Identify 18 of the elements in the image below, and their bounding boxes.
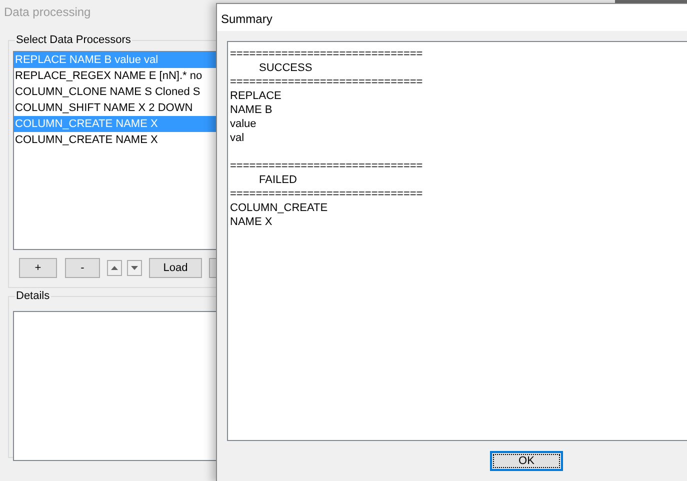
ok-button[interactable]: OK: [490, 451, 563, 471]
text-line: REPLACE: [230, 89, 282, 103]
button[interactable]: -: [65, 258, 100, 278]
text-line: NAME X: [230, 215, 274, 229]
down-arrow-icon: [131, 266, 138, 270]
text-line: value: [230, 117, 258, 131]
text-line: FAILED: [258, 173, 298, 187]
button[interactable]: Load: [149, 258, 202, 278]
button[interactable]: +: [19, 258, 57, 278]
up-arrow-icon: [111, 266, 118, 270]
move-up-button[interactable]: [107, 260, 122, 276]
dialog-title: Summary: [221, 12, 272, 26]
text-line: COLUMN_CREATE: [230, 201, 329, 215]
summary-text-area[interactable]: ============================== SUCCESS ============================== REPLACE NAME B value val ============================== FAILED ============================== COLUMN_CREATE NAME X: [227, 41, 687, 441]
text-line: NAME B: [230, 103, 274, 117]
move-down-button[interactable]: [127, 260, 142, 276]
window-title: Data processing: [4, 4, 91, 21]
text-line: val: [230, 131, 246, 145]
